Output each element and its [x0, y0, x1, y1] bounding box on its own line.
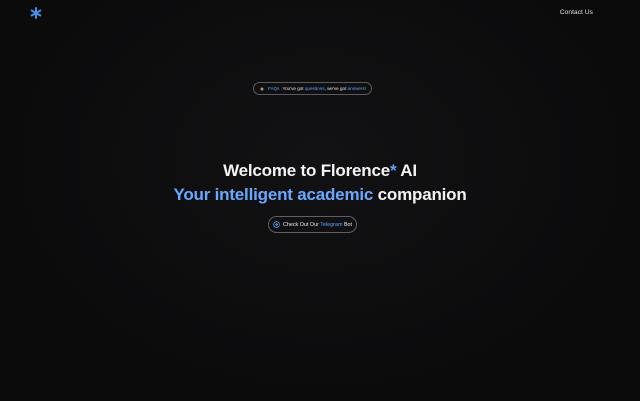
telegram-text-1: Check Out Our [282, 221, 321, 228]
telegram-highlight: Telegram [320, 221, 343, 228]
hero-title-prefix: Welcome to Florence [223, 161, 390, 180]
contact-us-link[interactable]: Contact Us [560, 9, 593, 16]
faq-text-2: , we've got [324, 86, 347, 91]
faq-text: You've got questions, we've got answers! [282, 86, 366, 91]
faq-text-1: You've got [282, 86, 304, 91]
landing-page: Contact Us FAQs You've got questions, we… [0, 0, 640, 401]
faq-highlight-questions: questions [304, 86, 325, 91]
telegram-button-label: Check Out Our Telegram Bot [283, 222, 352, 228]
asterisk-icon[interactable] [30, 7, 42, 19]
hero-subtitle-suffix: companion [373, 185, 467, 204]
faq-pill[interactable]: FAQs You've got questions, we've got ans… [253, 82, 372, 95]
hero-subtitle: Your intelligent academic companion [0, 183, 640, 207]
hero-title: Welcome to Florence* AI [0, 159, 640, 183]
hero-subtitle-highlight: Your intelligent academic [173, 185, 374, 204]
telegram-text-2: Bot [342, 221, 353, 228]
hero-section: Welcome to Florence* AI Your intelligent… [0, 159, 640, 207]
faq-highlight-answers: answers! [347, 86, 367, 91]
sparkle-icon [259, 86, 265, 92]
hero-title-suffix: AI [396, 161, 417, 180]
arrow-circle-icon [273, 221, 280, 228]
faq-label: FAQs [267, 86, 280, 91]
telegram-bot-button[interactable]: Check Out Our Telegram Bot [268, 216, 357, 233]
